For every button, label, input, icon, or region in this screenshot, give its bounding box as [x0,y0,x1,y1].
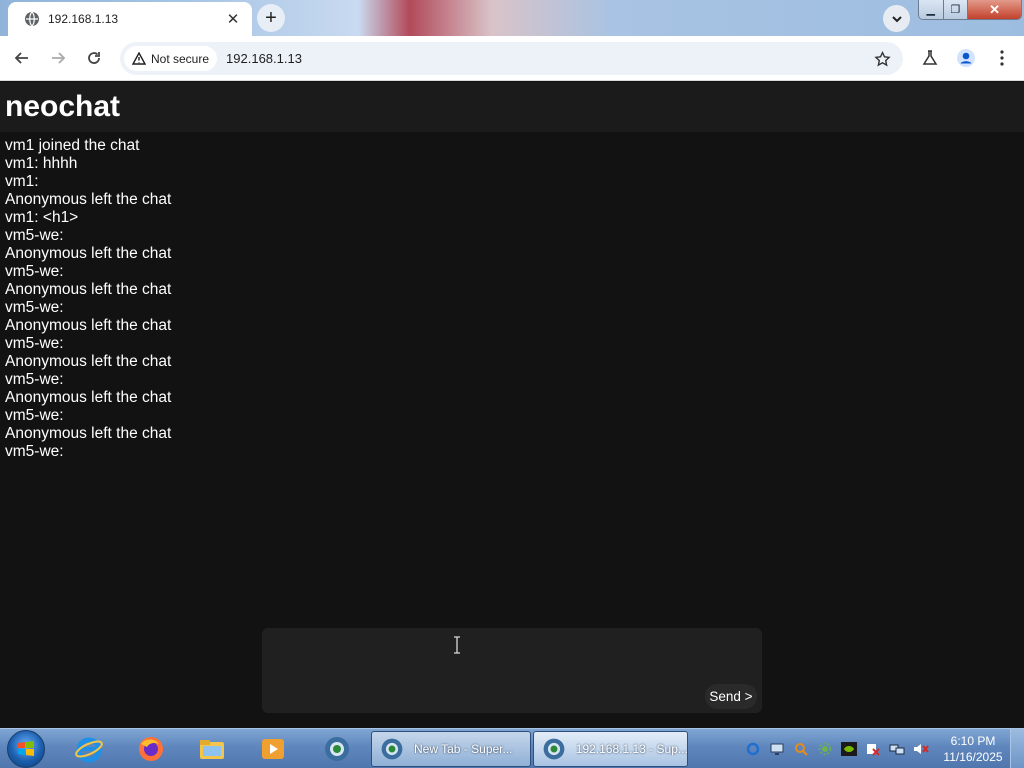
back-button[interactable] [8,44,36,72]
browser-app-icon [540,735,568,763]
file-explorer-icon[interactable] [195,732,229,766]
message-input[interactable] [262,628,762,713]
internet-explorer-icon[interactable] [72,732,106,766]
close-window-button[interactable]: ✕ [968,0,1021,19]
maximize-button[interactable]: ❐ [943,0,969,19]
warning-icon [132,52,146,65]
clock-date: 11/16/2025 [943,750,1003,764]
chat-message: vm1 joined the chat [5,137,140,154]
chat-message: Anonymous left the chat [5,245,172,262]
send-button[interactable]: Send > [705,684,757,709]
url-text[interactable]: 192.168.1.13 [226,51,302,66]
new-tab-button[interactable]: + [257,4,285,32]
chat-message: Anonymous left the chat [5,425,172,442]
profile-avatar-icon[interactable] [954,46,978,70]
show-desktop-button[interactable] [1010,729,1024,768]
gear-icon[interactable] [816,740,834,758]
volume-muted-icon[interactable] [912,740,930,758]
windows-logo-icon [18,741,34,756]
browser-tab-active[interactable]: 192.168.1.13 ✕ [8,2,252,36]
chat-message: Anonymous left the chat [5,191,172,208]
kebab-menu-icon[interactable] [990,46,1014,70]
chat-message: vm5-we: [5,371,64,388]
chat-message: Anonymous left the chat [5,317,172,334]
bookmark-star-icon[interactable] [871,48,893,70]
chat-message: Anonymous left the chat [5,353,172,370]
taskbar-task-current[interactable]: 192.168.1.13 - Sup... [533,731,688,767]
chat-message: vm5-we: [5,407,64,424]
plus-icon: + [265,6,277,29]
close-tab-icon[interactable]: ✕ [224,10,242,28]
task-label: 192.168.1.13 - Sup... [575,742,687,756]
task-label: New Tab - Super... [414,742,513,756]
nvidia-icon[interactable] [840,740,858,758]
tab-title: 192.168.1.13 [48,12,119,26]
network-icon[interactable] [888,740,906,758]
minimize-icon: ▁ [926,4,935,16]
start-button[interactable] [7,730,45,768]
firefox-icon[interactable] [134,732,168,766]
globe-icon [24,11,40,27]
chat-message: vm5-we: [5,227,64,244]
chat-message: vm1: <h1> [5,209,79,226]
browser-pinned-icon[interactable] [320,732,354,766]
chat-message: vm5-we: [5,263,64,280]
chat-message: vm5-we: [5,335,64,352]
chat-message: vm5-we: [5,443,64,460]
reload-button[interactable] [80,44,108,72]
chat-message: vm1: [5,173,39,190]
close-icon: ✕ [989,1,1000,17]
browser-tabstrip: 192.168.1.13 ✕ + ▁ ❐ ✕ [0,0,1024,36]
minimize-button[interactable]: ▁ [919,0,944,19]
chevron-down-icon [891,15,902,22]
taskbar-task-newtab[interactable]: New Tab - Super... [371,731,531,767]
tab-search-button[interactable] [883,5,910,32]
chat-page: neochat vm1 joined the chat vm1: hhhh vm1:… [0,82,1024,728]
chat-message: vm1: hhhh [5,155,78,172]
text-cursor-icon [454,636,460,654]
security-label: Not secure [151,51,210,66]
flag-warning-icon[interactable] [864,740,882,758]
chat-message: Anonymous left the chat [5,281,172,298]
arrow-left-icon [14,52,28,64]
browser-app-icon [378,735,406,763]
search-tray-icon[interactable] [792,740,810,758]
browser-toolbar: Not secure 192.168.1.13 [0,36,1024,81]
app-title: neochat [5,90,121,123]
taskbar-clock[interactable]: 6:10 PM 11/16/2025 [938,733,1008,765]
forward-button[interactable] [44,44,72,72]
sync-icon[interactable] [744,740,762,758]
clock-time: 6:10 PM [950,734,996,748]
monitor-icon[interactable] [768,740,786,758]
restore-icon: ❐ [950,4,961,16]
message-list: vm1 joined the chat vm1: hhhh vm1: Anonymou… [0,132,1024,461]
labs-flask-icon[interactable] [918,46,942,70]
windows-taskbar: New Tab - Super... 192.168.1.13 - Sup...… [0,728,1024,768]
media-player-icon[interactable] [256,732,290,766]
message-composer: Send > [262,628,762,713]
chat-message: Anonymous left the chat [5,389,172,406]
security-chip[interactable]: Not secure [124,46,218,71]
window-controls: ▁ ❐ ✕ [918,0,1022,20]
reload-icon [88,52,100,64]
system-tray [744,739,930,759]
app-header: neochat [0,82,1024,132]
address-bar[interactable]: Not secure 192.168.1.13 [120,42,903,75]
chat-message: vm5-we: [5,299,64,316]
arrow-right-icon [52,52,66,64]
